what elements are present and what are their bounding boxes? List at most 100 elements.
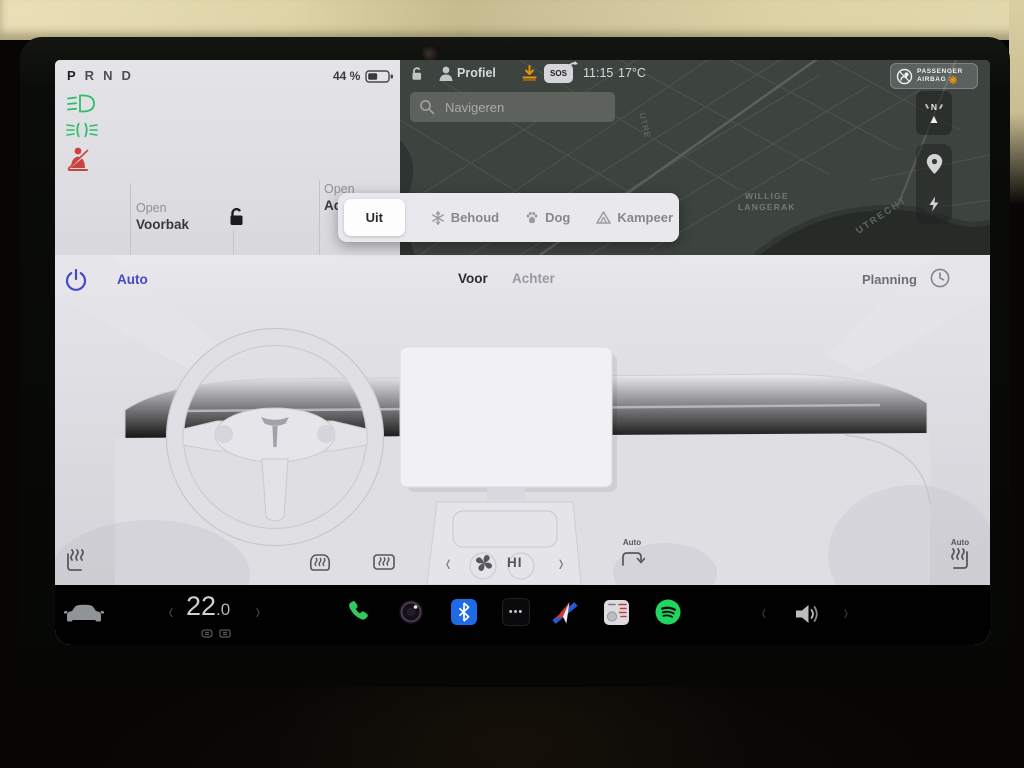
- outside-temperature: 17°C: [618, 66, 646, 80]
- bluetooth-app[interactable]: [449, 597, 479, 627]
- rear-defrost-button[interactable]: [371, 552, 397, 572]
- battery-percent: 44 %: [333, 69, 360, 83]
- trunk-divider: [319, 180, 320, 255]
- temp-decimal: .0: [216, 600, 230, 619]
- front-defrost-button[interactable]: [307, 551, 333, 573]
- dog-mode-option[interactable]: Dog: [525, 210, 570, 225]
- seatbelt-warning-icon: [64, 146, 92, 172]
- climate-section: Auto Voor Achter Planning: [55, 255, 990, 585]
- car-lock-icon[interactable]: [408, 66, 424, 82]
- airbag-line1: PASSENGER: [917, 68, 963, 76]
- headlight-low-beam-icon: [65, 93, 97, 114]
- open-frunk-button[interactable]: Open Voorbak: [136, 201, 189, 232]
- camp-mode-option[interactable]: Kampeer: [596, 210, 673, 225]
- wall-background: [0, 0, 1024, 40]
- battery-icon: [365, 70, 394, 83]
- climate-auto-button[interactable]: Auto: [117, 272, 148, 287]
- map-place-label: WILLIGE LANGERAK: [738, 191, 796, 213]
- navigation-app[interactable]: [550, 597, 580, 627]
- climate-keep-overlay: Uit Behoud Dog: [338, 193, 679, 242]
- tab-front[interactable]: Voor: [458, 271, 488, 286]
- frunk-label: Voorbak: [136, 217, 189, 232]
- fan-icon[interactable]: [471, 550, 497, 576]
- climate-keep-off-option[interactable]: Uit: [344, 199, 405, 236]
- battery-status: 44 %: [333, 69, 394, 83]
- search-icon: [419, 99, 435, 115]
- seat-heater-right-icon: [948, 548, 972, 572]
- interior-render: [55, 255, 990, 585]
- frunk-divider-2: [233, 230, 234, 255]
- wall-right-strip: [1009, 0, 1024, 205]
- recirculation-control[interactable]: Auto: [615, 538, 649, 573]
- airbag-warning-icon: [949, 76, 957, 84]
- sos-button[interactable]: SOS: [544, 64, 573, 83]
- search-input[interactable]: [443, 99, 593, 116]
- fan-increase-button[interactable]: ›: [559, 550, 564, 578]
- charging-button[interactable]: [923, 193, 945, 215]
- tent-icon: [596, 211, 611, 224]
- nav-arrow-icon: [551, 598, 579, 626]
- compass-tick: [925, 104, 929, 109]
- seat-auto-label: Auto: [943, 538, 977, 547]
- bluetooth-icon: [450, 598, 478, 626]
- paw-icon: [525, 211, 539, 224]
- temp-value: 22: [186, 591, 216, 621]
- clock-time: 11:15: [583, 66, 613, 80]
- airbag-line2: AIRBAG: [917, 76, 946, 84]
- software-update-icon[interactable]: [521, 65, 538, 81]
- volume-speaker-button[interactable]: [793, 601, 823, 627]
- compass-widget[interactable]: N ▲: [916, 91, 952, 135]
- profile-label[interactable]: Profiel: [457, 66, 496, 80]
- compass-arrow-icon: ▲: [928, 113, 940, 125]
- tab-rear[interactable]: Achter: [512, 271, 555, 286]
- phone-app[interactable]: [343, 597, 373, 627]
- volume-up-button[interactable]: ›: [844, 600, 849, 626]
- frunk-action-label: Open: [136, 201, 189, 215]
- schedule-clock-icon[interactable]: [929, 267, 951, 289]
- recirculation-icon: [619, 548, 645, 568]
- seat-heater-right-control[interactable]: Auto: [943, 538, 977, 577]
- airbag-icon: [896, 68, 913, 85]
- dashcam-app[interactable]: [396, 597, 426, 627]
- recirc-auto-label: Auto: [615, 538, 649, 547]
- sos-label: SOS: [550, 69, 567, 78]
- fan-decrease-button[interactable]: ‹: [446, 550, 451, 578]
- passenger-airbag-badge: PASSENGER AIRBAG: [890, 63, 978, 89]
- gear-indicator[interactable]: PRND: [67, 68, 140, 83]
- dock: ‹ 22.0 ›: [55, 585, 990, 645]
- ellipsis-icon: •••: [502, 598, 530, 626]
- gear-d[interactable]: D: [121, 68, 130, 83]
- compass-tick: [939, 104, 943, 109]
- more-apps-button[interactable]: •••: [501, 597, 531, 627]
- phone-icon: [345, 599, 371, 625]
- cabin-photo: PRND 44 %: [0, 0, 1024, 768]
- position-lights-icon: [65, 121, 99, 139]
- planning-button[interactable]: Planning: [862, 272, 917, 287]
- car-controls-button[interactable]: [61, 600, 107, 626]
- snowflake-icon: [431, 211, 445, 225]
- nav-search-bar[interactable]: [410, 92, 615, 122]
- fan-level-value: HI: [507, 555, 523, 570]
- unlocked-icon: [224, 206, 246, 227]
- map-pin-button[interactable]: [925, 153, 944, 175]
- spotify-icon: [654, 598, 682, 626]
- gear-r[interactable]: R: [85, 68, 94, 83]
- compass-north-label: N: [931, 102, 937, 112]
- volume-down-button[interactable]: ‹: [762, 600, 767, 626]
- sos-arrow-icon: [567, 61, 578, 72]
- dashcam-icon: [397, 598, 425, 626]
- cabin-camera: [422, 43, 440, 61]
- gear-p[interactable]: P: [67, 68, 76, 83]
- cabin-temp-button[interactable]: 22.0: [186, 591, 230, 622]
- gear-n[interactable]: N: [103, 68, 112, 83]
- radio-app[interactable]: [601, 597, 631, 627]
- seat-heater-left-button[interactable]: [63, 548, 87, 574]
- temp-decrease-button[interactable]: ‹: [169, 599, 174, 625]
- temp-increase-button[interactable]: ›: [256, 599, 261, 625]
- seat-heat-status-icons: [201, 628, 235, 639]
- touchscreen: PRND 44 %: [55, 60, 990, 645]
- spotify-app[interactable]: [653, 597, 683, 627]
- climate-keep-on-option[interactable]: Behoud: [431, 210, 499, 225]
- profile-icon[interactable]: [438, 65, 454, 82]
- climate-power-button[interactable]: [64, 268, 88, 292]
